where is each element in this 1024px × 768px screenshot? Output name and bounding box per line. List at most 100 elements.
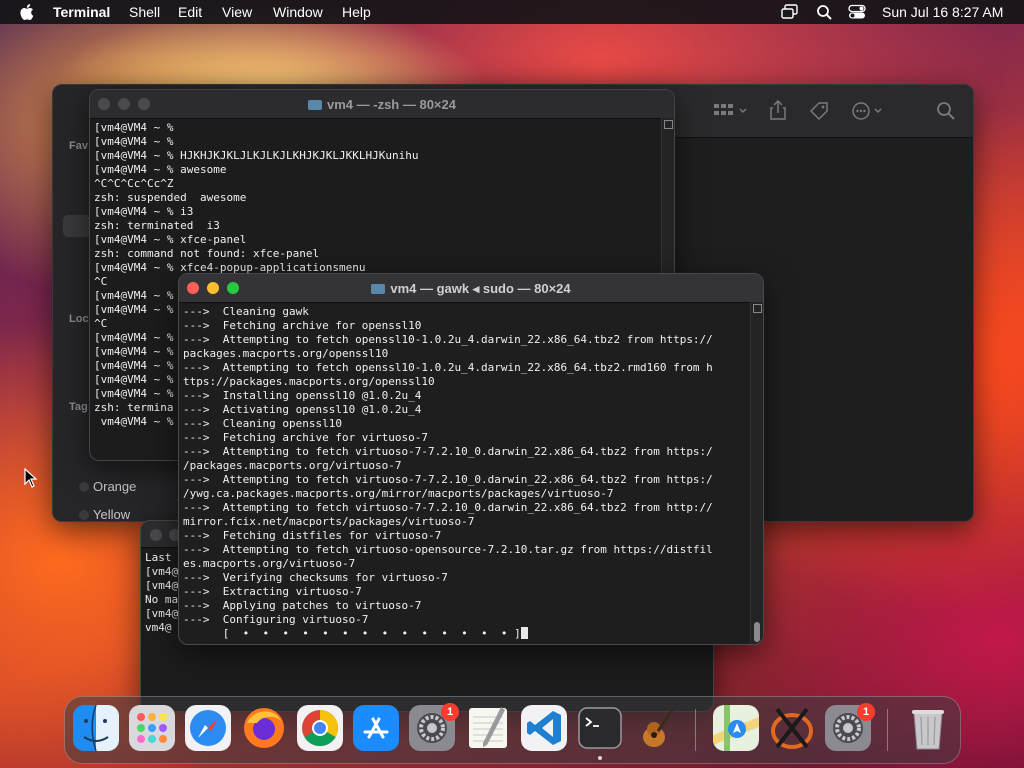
terminal-1-title: vm4 — -zsh — 80×24 [90,97,674,112]
terminal-line: ---> Cleaning openssl10 [183,417,342,430]
terminal-line: [vm4@ [145,579,179,592]
terminal-line: ttps://packages.macports.org/openssl10 [183,375,435,388]
terminal-line: ---> Attempting to fetch openssl10-1.0.2… [183,361,713,374]
sidebar-favorites-label: Fav [69,140,88,152]
terminal-line: ---> Attempting to fetch virtuoso-7-7.2.… [183,501,713,514]
finder-app-icon[interactable] [73,705,119,751]
terminal-line: /packages.macports.org/virtuoso-7 [183,459,402,472]
notification-badge: 1 [857,703,875,721]
view-grid-icon[interactable] [713,101,749,121]
safari-app-icon[interactable] [185,705,231,751]
terminal-line: zsh: command not found: xfce-panel [94,247,320,260]
terminal-line: /ywg.ca.packages.macports.org/mirror/mac… [183,487,614,500]
terminal-line: [vm4@VM4 ~ % awesome [94,163,227,176]
terminal-line: [ • • • • • • • • • • • • • • ] [183,627,713,641]
menu-clock[interactable]: Sun Jul 16 8:27 AM [882,4,1003,20]
notification-badge: 1 [441,703,459,721]
terminal-line: ---> Configuring virtuoso-7 [183,613,369,626]
menu-shell[interactable]: Shell [129,4,160,20]
action-menu-icon[interactable] [850,100,886,122]
mouse-cursor-icon [24,468,38,488]
running-indicator [598,756,602,760]
terminal-2-output[interactable]: ---> Cleaning gawk ---> Fetching archive … [183,305,713,641]
control-center-icon[interactable] [848,4,866,20]
menu-edit[interactable]: Edit [178,4,202,20]
share-icon[interactable] [769,99,787,121]
garageband-app-icon[interactable] [633,705,679,751]
folder-icon [308,100,322,110]
sidebar-tag-yellow[interactable]: Yellow [93,507,130,521]
screen-mirroring-icon[interactable] [781,4,799,20]
scroll-marker [664,120,673,129]
terminal-line: ---> Fetching archive for openssl10 [183,319,422,332]
apple-menu-icon[interactable] [18,3,34,21]
terminal-cursor [520,627,528,639]
terminal-window-2[interactable]: vm4 — gawk ◂ sudo — 80×24 ---> Cleaning … [178,273,764,645]
sidebar-tag-orange[interactable]: Orange [93,479,136,494]
search-icon[interactable] [936,101,956,121]
terminal-line: ---> Attempting to fetch virtuoso-openso… [183,543,713,556]
terminal-line: ---> Cleaning gawk [183,305,309,318]
terminal-line: ---> Fetching archive for virtuoso-7 [183,431,429,444]
terminal-line: [vm4@VM4 ~ % [94,135,174,148]
dock-separator [887,709,888,751]
menu-view[interactable]: View [222,4,252,20]
vscode-app-icon[interactable] [521,705,567,751]
terminal-line: ---> Attempting to fetch virtuoso-7-7.2.… [183,473,713,486]
spotlight-search-icon[interactable] [816,4,834,20]
tag-orange-dot [79,482,89,492]
sidebar-tags-label: Tag [69,401,88,413]
terminal-line: [vm4@ [145,565,179,578]
launchpad-app-icon[interactable] [129,705,175,751]
terminal-app-icon[interactable] [577,705,623,751]
terminal-line: [vm4@ [145,607,179,620]
terminal-line: ---> Attempting to fetch virtuoso-7-7.2.… [183,445,713,458]
close-button[interactable] [150,529,162,541]
menu-bar: Terminal Shell Edit View Window Help Sun… [0,0,1024,24]
tag-icon[interactable] [808,100,830,122]
scroll-marker [753,304,762,313]
sidebar-locations-label: Loc [69,313,89,325]
dock-separator [695,709,696,751]
terminal-2-title: vm4 — gawk ◂ sudo — 80×24 [179,281,763,297]
terminal-2-titlebar[interactable]: vm4 — gawk ◂ sudo — 80×24 [179,274,763,303]
terminal-line: zsh: terminated i3 [94,219,220,232]
terminal-line: zsh: suspended awesome [94,191,247,204]
terminal-line: ---> Activating openssl10 @1.0.2u_4 [183,403,422,416]
firefox-app-icon[interactable] [241,705,287,751]
terminal-line: es.macports.org/virtuoso-7 [183,557,356,570]
app-store-app-icon[interactable] [353,705,399,751]
terminal-line: [vm4@VM4 ~ % xfce-panel [94,233,247,246]
folder-icon [371,284,386,294]
terminal-line: ---> Fetching distfiles for virtuoso-7 [183,529,442,542]
tag-yellow-dot [79,510,89,520]
terminal-line: ^C^C^Cc^Cc^Z [94,177,174,190]
menu-window[interactable]: Window [273,4,323,20]
textedit-app-icon[interactable] [465,705,511,751]
trash-app-icon[interactable] [905,705,951,751]
terminal-3-output[interactable]: Last [vm4@ [vm4@ No ma [vm4@ vm4@ [145,551,178,635]
terminal-1-titlebar[interactable]: vm4 — -zsh — 80×24 [90,90,674,119]
terminal-2-title-text: vm4 — gawk ◂ sudo — 80×24 [390,281,571,296]
menu-help[interactable]: Help [342,4,371,20]
terminal-line: Last [145,551,172,564]
scroll-thumb[interactable] [754,622,760,642]
terminal-2-scrollbar[interactable] [750,302,763,644]
terminal-line: [vm4@VM4 ~ % HJKHJKJKLJLKJLKJLKHJKJKLJKK… [94,149,419,162]
terminal-line: ---> Extracting virtuoso-7 [183,585,362,598]
menu-app-name[interactable]: Terminal [53,4,110,20]
terminal-line: [vm4@VM4 ~ % i3 [94,205,194,218]
terminal-line: [vm4@VM4 ~ % [94,121,174,134]
terminal-line: packages.macports.org/openssl10 [183,347,389,360]
terminal-line: ---> Attempting to fetch openssl10-1.0.2… [183,333,713,346]
terminal-line: ---> Installing openssl10 @1.0.2u_4 [183,389,422,402]
terminal-line: No ma [145,593,179,606]
x11-app-icon[interactable] [769,705,815,751]
maps-app-icon[interactable] [713,705,759,751]
terminal-line: mirror.fcix.net/macports/packages/virtuo… [183,515,475,528]
terminal-line: ---> Verifying checksums for virtuoso-7 [183,571,448,584]
chrome-app-icon[interactable] [297,705,343,751]
terminal-1-title-text: vm4 — -zsh — 80×24 [327,97,456,112]
dock: 1 1 [64,696,961,764]
terminal-line: ---> Applying patches to virtuoso-7 [183,599,422,612]
